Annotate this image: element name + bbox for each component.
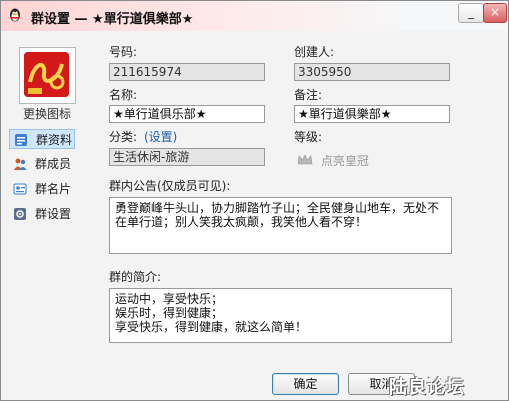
number-field: 211615974: [109, 63, 265, 81]
announcement-label: 群内公告(仅成员可见):: [109, 179, 231, 193]
category-field: 生活休闲-旅游: [109, 148, 265, 166]
category-label: 分类:: [109, 130, 138, 144]
light-crown-link[interactable]: 点亮皇冠: [297, 152, 369, 169]
intro-label: 群的简介:: [109, 270, 162, 284]
sidebar-item-group-card[interactable]: 群名片: [9, 179, 75, 199]
level-label: 等级:: [294, 130, 323, 144]
info-icon: [15, 134, 27, 146]
sidebar-item-group-settings[interactable]: 群设置: [9, 204, 75, 224]
ok-button[interactable]: 确定: [272, 373, 339, 395]
note-input[interactable]: ★單行道俱樂部★: [294, 105, 450, 123]
sidebar-item-group-members[interactable]: 群成员: [9, 154, 75, 174]
group-logo-graphic: [24, 52, 69, 97]
intro-textarea[interactable]: 运动中，享受快乐； 娱乐时，得到健康； 享受快乐，得到健康，就这么简单！: [109, 288, 452, 343]
minimize-icon: _: [468, 5, 474, 19]
note-label: 备注:: [294, 88, 323, 102]
announcement-textarea[interactable]: 勇登巅峰牛头山，协力脚踏竹子山；全民健身山地车，无处不在单行道；别人笑我太疯颠，…: [109, 197, 452, 254]
forum-watermark: 陆良论坛: [389, 377, 465, 398]
crown-label: 点亮皇冠: [320, 154, 369, 168]
name-input[interactable]: ★单行道俱乐部★: [109, 105, 265, 123]
name-label: 名称:: [109, 88, 138, 102]
group-logo: [24, 52, 69, 97]
settings-icon: [14, 208, 26, 220]
close-icon: ×: [489, 5, 501, 19]
window-title: 群设置 — ★單行道俱樂部★: [31, 12, 194, 27]
category-settings-link[interactable]: (设置): [144, 128, 177, 145]
minimize-button[interactable]: _: [458, 3, 484, 23]
qq-penguin-icon: [10, 8, 20, 22]
card-icon: [13, 183, 27, 195]
members-icon: [14, 158, 27, 170]
sidebar-item-group-info[interactable]: 群资料: [9, 129, 75, 149]
sidebar-item-label: 群设置: [35, 207, 72, 221]
number-label: 号码:: [109, 45, 138, 59]
group-avatar[interactable]: [19, 47, 76, 104]
creator-field: 3305950: [294, 63, 450, 81]
crown-icon: [297, 154, 313, 165]
title-bar: 群设置 — ★單行道俱樂部★ _ ×: [1, 1, 508, 31]
sidebar-item-label: 群资料: [36, 133, 73, 147]
close-button[interactable]: ×: [483, 3, 507, 23]
sidebar-item-label: 群成员: [35, 157, 72, 171]
creator-label: 创建人:: [294, 45, 335, 59]
group-settings-window: 群设置 — ★單行道俱樂部★ _ × 更换图标 群资料 群成员 群名片 群设置 …: [0, 0, 509, 401]
change-icon-link[interactable]: 更换图标: [23, 105, 71, 122]
sidebar-item-label: 群名片: [35, 182, 72, 196]
